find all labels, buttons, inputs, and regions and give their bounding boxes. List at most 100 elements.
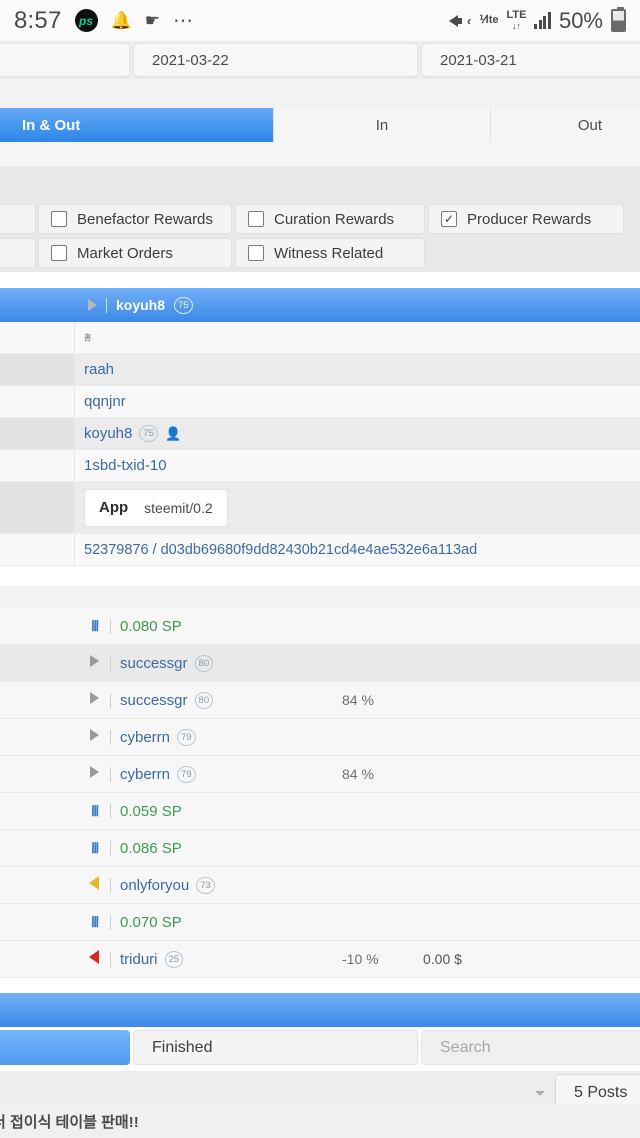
operation-amount: 0.086 SP <box>120 839 182 857</box>
reputation-badge: 80 <box>194 691 214 709</box>
table-row[interactable]: qqnjnr <box>0 386 640 418</box>
triangle-right-icon[interactable] <box>84 691 104 709</box>
volume-mute-icon: ‹ <box>449 12 471 30</box>
steem-logo-icon: \\\ <box>88 913 100 931</box>
status-bar-right: ‹ ⅟lte LTE ↓↑ 50% <box>449 7 626 34</box>
table-row[interactable]: koyuh8 75 👤 <box>0 418 640 450</box>
divider <box>110 951 111 967</box>
divider <box>110 618 111 634</box>
row-value-link[interactable]: 1sbd-txid-10 <box>75 457 640 474</box>
filter-checkbox-group: Benefactor Rewards Curation Rewards ✓ Pr… <box>0 200 640 272</box>
row-value-link[interactable]: raah <box>75 361 640 378</box>
status-bar: 8:57 ps 🔔 ☛ ⋯ ‹ ⅟lte LTE ↓↑ 50% <box>0 0 640 41</box>
operation-account[interactable]: onlyforyou <box>120 877 189 894</box>
triangle-left-red-icon[interactable] <box>84 949 104 969</box>
filter-checkbox-benefactor-rewards[interactable]: Benefactor Rewards <box>38 204 232 234</box>
checkbox-icon[interactable] <box>248 245 264 261</box>
list-item[interactable]: \\\ 0.080 SP <box>0 608 640 645</box>
signal-bars-icon <box>534 12 551 29</box>
row-left-col <box>0 322 75 353</box>
account-name[interactable]: koyuh8 <box>116 297 165 313</box>
filter-label: Producer Rewards <box>467 210 592 228</box>
account-header-bar[interactable]: koyuh8 75 <box>0 288 640 322</box>
table-row[interactable]: 홈 <box>0 322 640 354</box>
spacer-below-tabs <box>0 142 640 166</box>
operation-amount: 0.080 SP <box>120 617 182 635</box>
list-item[interactable]: \\\ 0.059 SP <box>0 793 640 830</box>
divider <box>106 297 107 313</box>
checkbox-icon[interactable] <box>248 211 264 227</box>
table-row-hash[interactable]: 52379876 / d03db69680f9dd82430b21cd4e4ae… <box>0 534 640 566</box>
date-cell-1[interactable]: 2021-03-22 <box>133 43 418 77</box>
table-row[interactable]: 1sbd-txid-10 <box>0 450 640 482</box>
list-item[interactable]: successgr 80 84 % <box>0 682 640 719</box>
list-item[interactable]: successgr 80 <box>0 645 640 682</box>
status-field[interactable]: Finished <box>133 1030 418 1065</box>
row-value-link[interactable]: qqnjnr <box>75 393 640 410</box>
inout-tabs: In & Out In Out <box>0 108 640 142</box>
battery-icon <box>611 7 626 32</box>
lte-label: LTE <box>506 9 527 21</box>
divider <box>110 877 111 893</box>
footer-primary-button[interactable] <box>0 1030 130 1065</box>
search-input[interactable]: Search <box>421 1030 640 1065</box>
reputation-badge: 79 <box>177 728 196 746</box>
operation-amount: 0.070 SP <box>120 913 182 931</box>
more-dots-icon: ⋯ <box>172 10 194 32</box>
block-and-txid-link[interactable]: 52379876 / d03db69680f9dd82430b21cd4e4ae… <box>75 542 640 558</box>
status-bar-left: 8:57 ps 🔔 ☛ ⋯ <box>14 7 194 35</box>
list-item[interactable]: triduri 25 -10 % 0.00 $ <box>0 941 640 978</box>
checkbox-icon[interactable] <box>51 211 67 227</box>
list-item[interactable]: cyberrn 79 <box>0 719 640 756</box>
lte-icon: LTE ↓↑ <box>506 9 527 31</box>
list-item[interactable]: \\\ 0.086 SP <box>0 830 640 867</box>
app-screen: 8:57 ps 🔔 ☛ ⋯ ‹ ⅟lte LTE ↓↑ 50% 2021-03-… <box>0 0 640 1138</box>
tab-in[interactable]: In <box>274 108 491 142</box>
filter-label: Witness Related <box>274 244 384 262</box>
operation-account[interactable]: cyberrn <box>120 766 170 783</box>
filter-checkbox-0[interactable] <box>0 204 36 234</box>
volte-icon: ⅟lte <box>479 13 499 26</box>
caret-down-icon[interactable] <box>535 1091 545 1096</box>
triangle-right-icon[interactable] <box>84 765 104 783</box>
operation-percent: 84 % <box>342 692 374 708</box>
operation-account[interactable]: triduri <box>120 951 158 968</box>
operation-account[interactable]: successgr <box>120 655 188 672</box>
date-cell-2[interactable]: 2021-03-21 <box>421 43 640 77</box>
filter-checkbox-4[interactable] <box>0 238 36 268</box>
tab-in-and-out[interactable]: In & Out <box>0 108 274 142</box>
operation-usd-value: 0.00 $ <box>423 951 462 967</box>
reputation-badge: 73 <box>196 876 215 894</box>
filter-checkbox-market-orders[interactable]: Market Orders <box>38 238 232 268</box>
korean-note-row[interactable]: 더 접이식 테이블 판매!! <box>0 1105 640 1138</box>
divider <box>110 803 111 819</box>
triangle-right-icon[interactable] <box>84 654 104 672</box>
detail-table: 홈 raah qqnjnr koyuh8 75 👤 1sbd-txid-10 A… <box>0 322 640 566</box>
triangle-right-icon[interactable] <box>88 299 97 311</box>
row-value-link[interactable]: koyuh8 <box>84 425 132 442</box>
filter-checkbox-witness-related[interactable]: Witness Related <box>235 238 425 268</box>
tab-out[interactable]: Out <box>491 108 640 142</box>
date-cell-0[interactable] <box>0 43 130 77</box>
filter-checkbox-curation-rewards[interactable]: Curation Rewards <box>235 204 425 234</box>
operation-account[interactable]: successgr <box>120 692 188 709</box>
app-badge-icon: ps <box>74 9 98 32</box>
table-row[interactable]: raah <box>0 354 640 386</box>
list-item[interactable]: \\\ 0.070 SP <box>0 904 640 941</box>
reputation-badge: 25 <box>164 950 184 968</box>
triangle-left-gold-icon[interactable] <box>84 875 104 895</box>
reputation-badge: 80 <box>194 654 214 672</box>
korean-note-text: 더 접이식 테이블 판매!! <box>0 1114 139 1131</box>
list-item[interactable]: onlyforyou 73 <box>0 867 640 904</box>
filter-checkbox-producer-rewards[interactable]: ✓ Producer Rewards <box>428 204 624 234</box>
reputation-badge: 75 <box>174 296 193 314</box>
battery-percent: 50% <box>558 7 603 33</box>
list-item[interactable]: cyberrn 79 84 % <box>0 756 640 793</box>
operation-account[interactable]: cyberrn <box>120 729 170 746</box>
triangle-right-icon[interactable] <box>84 728 104 746</box>
steem-logo-icon: \\\ <box>88 617 100 635</box>
checkbox-checked-icon[interactable]: ✓ <box>441 211 457 227</box>
checkbox-icon[interactable] <box>51 245 67 261</box>
divider <box>110 914 111 930</box>
divider <box>110 729 111 745</box>
